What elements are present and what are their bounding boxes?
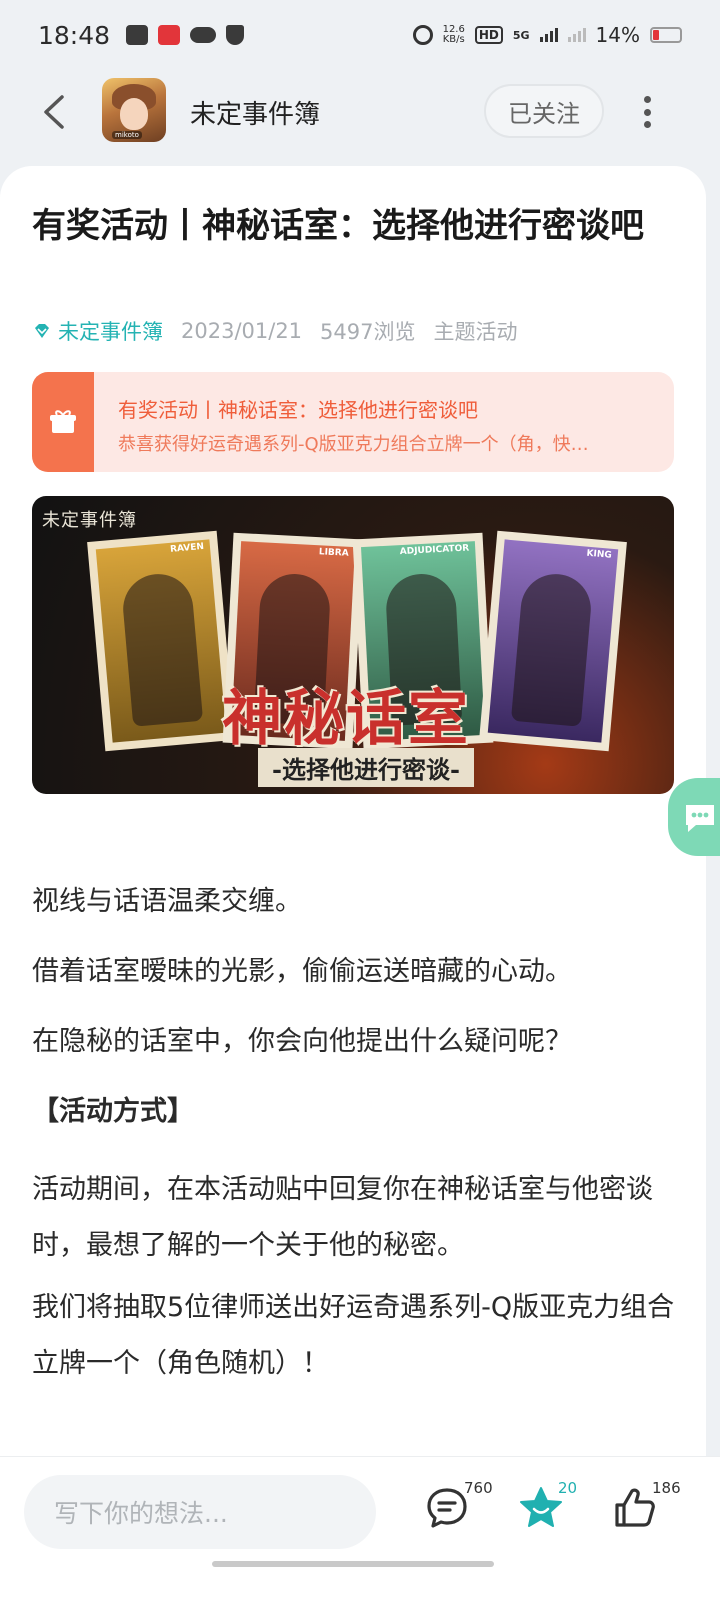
post-body: 视线与话语温柔交缠。 借着话室暧昧的光影，偷偷运送暗藏的心动。 在隐秘的话室中，… [32,882,682,1398]
status-right: 12.6 KB/s HD 5G 14% [412,23,682,47]
post-author[interactable]: 未定事件簿 [32,316,163,346]
favorite-button[interactable]: 20 [518,1479,577,1535]
5g-icon: 5G [512,28,530,42]
card-label: LIBRA [318,547,349,559]
like-count: 186 [652,1479,681,1497]
paragraph: 活动期间，在本活动贴中回复你在神秘话室与他密谈时，最想了解的一个关于他的秘密。 [32,1174,653,1261]
gift-icon [32,372,94,472]
comment-count: 760 [464,1479,493,1497]
signal-bars-icon [539,28,558,42]
channel-avatar[interactable]: mikoto [102,78,166,142]
prize-banner[interactable]: 有奖活动丨神秘话室：选择他进行密谈吧 恭喜获得好运奇遇系列-Q版亚克力组合立牌一… [32,372,674,472]
banner-logo: 未定事件簿 [42,510,137,531]
card-label: ADJUDICATOR [399,543,470,558]
app-header: mikoto 未定事件簿 已关注 [0,72,720,152]
alarm-icon [412,25,433,45]
app-notification-icon [158,25,181,45]
bottom-action-bar: 写下你的想法... 760 20 186 [0,1456,720,1600]
net-speed-unit: KB/s [442,34,465,45]
favorite-count: 20 [558,1479,578,1497]
prize-subtitle: 恭喜获得好运奇遇系列-Q版亚克力组合立牌一个（角，快… [118,434,589,455]
section-heading: 【活动方式】 [32,1096,194,1127]
comment-button[interactable]: 760 [424,1479,493,1535]
more-options-icon[interactable] [640,96,654,128]
paragraph: 我们将抽取5位律师送出好运奇遇系列-Q版亚克力组合立牌一个（角色随机）！ [32,1292,675,1379]
banner-card-king: KING [479,530,627,752]
back-arrow-icon[interactable] [40,94,68,130]
battery-percent: 14% [595,23,640,47]
chat-bubble-icon [686,805,714,832]
message-icon [126,25,149,45]
cloud-icon [190,27,217,43]
banner-subline: -选择他进行密谈- [258,748,474,787]
post-views: 5497浏览 [320,320,416,344]
home-indicator [212,1561,494,1567]
net-speed: 12.6 KB/s [443,25,465,45]
banner-card-raven: RAVEN [87,530,235,752]
post-date: 2023/01/21 [181,319,303,343]
post-category[interactable]: 主题活动 [434,316,518,346]
status-bar: 18:48 12.6 KB/s HD 5G 14% [0,0,720,70]
status-time: 18:48 [38,20,111,50]
signal-bars-2-icon [567,28,586,42]
post-meta: 未定事件簿 2023/01/21 5497浏览 主题活动 [32,316,518,346]
paragraph: 在隐秘的话室中，你会向他提出什么疑问呢？ [32,1026,572,1057]
comment-input[interactable]: 写下你的想法... [24,1475,376,1549]
hd-icon: HD [474,26,503,44]
paragraph: 视线与话语温柔交缠。 [32,886,302,917]
paragraph: 借着话室暧昧的光影，偷偷运送暗藏的心动。 [32,956,572,987]
verified-diamond-icon [35,324,49,338]
author-name: 未定事件簿 [58,320,163,344]
shield-icon [226,25,245,45]
post-card: 有奖活动丨神秘话室：选择他进行密谈吧 未定事件簿 2023/01/21 5497… [0,166,706,1456]
avatar-tag: mikoto [112,131,142,139]
notification-icons [126,25,245,45]
prize-title: 有奖活动丨神秘话室：选择他进行密谈吧 [118,398,478,422]
post-banner-image[interactable]: 未定事件簿 RAVEN LIBRA ADJUDICATOR KING 神秘话室 … [32,496,674,794]
post-title: 有奖活动丨神秘话室：选择他进行密谈吧 [32,206,644,246]
channel-name[interactable]: 未定事件簿 [190,94,320,131]
card-label: RAVEN [169,541,205,555]
chat-float-button[interactable] [668,778,720,856]
like-button[interactable]: 186 [612,1479,681,1535]
card-label: KING [586,548,613,561]
banner-headline: 神秘话室 [222,684,470,754]
battery-icon [650,27,682,43]
follow-button[interactable]: 已关注 [484,84,604,138]
